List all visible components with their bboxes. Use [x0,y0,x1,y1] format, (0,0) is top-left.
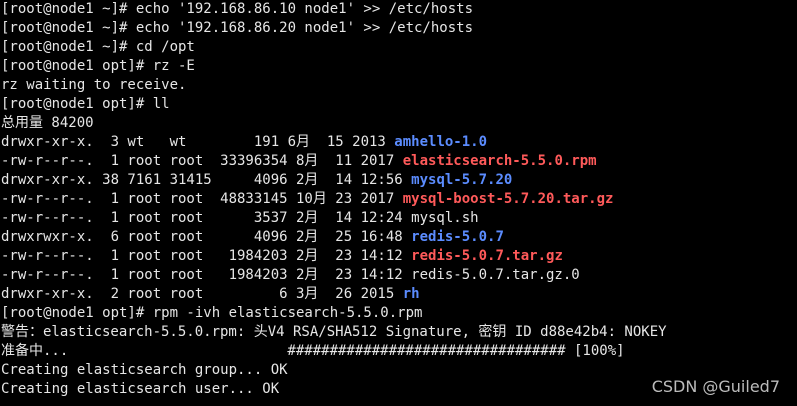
terminal-text: drwxr-xr-x. 2 root root 6 3月 26 2015 [1,286,403,302]
terminal-line: -rw-r--r--. 1 root root 3537 2月 14 12:24… [1,209,479,228]
terminal-text: 准备中... #################################… [1,343,625,359]
terminal-text: -rw-r--r--. 1 root root 33396354 8月 11 2… [1,153,403,169]
terminal-text: rz waiting to receive. [1,77,187,93]
terminal-line: -rw-r--r--. 1 root root 48833145 10月 23 … [1,190,613,209]
terminal-line: [root@node1 ~]# cd /opt [1,38,195,57]
terminal-line: [root@node1 opt]# ll [1,95,170,114]
terminal-text: drwxr-xr-x. 38 7161 31415 4096 2月 14 12:… [1,172,412,188]
terminal-window[interactable]: [root@node1 ~]# echo '192.168.86.10 node… [0,0,797,406]
terminal-line: -rw-r--r--. 1 root root 33396354 8月 11 2… [1,152,597,171]
directory-name: redis-5.0.7 [411,229,504,245]
terminal-line: drwxr-xr-x. 2 root root 6 3月 26 2015 rh [1,285,420,304]
terminal-line: [root@node1 opt]# rpm -ivh elasticsearch… [1,304,422,323]
terminal-text: -rw-r--r--. 1 root root 3537 2月 14 12:24… [1,210,479,226]
terminal-text: [root@node1 ~]# echo '192.168.86.20 node… [1,20,474,36]
terminal-text: drwxrwxr-x. 6 root root 4096 2月 25 16:48 [1,229,412,245]
terminal-line: drwxr-xr-x. 38 7161 31415 4096 2月 14 12:… [1,171,512,190]
terminal-line: 警告：elasticsearch-5.5.0.rpm: 头V4 RSA/SHA5… [1,323,667,342]
terminal-line: 准备中... #################################… [1,342,625,361]
terminal-line: Creating elasticsearch group... OK [1,361,288,380]
terminal-line: Creating elasticsearch user... OK [1,380,279,399]
terminal-line: [root@node1 opt]# rz -E [1,57,195,76]
directory-name: rh [402,286,420,302]
terminal-text: Creating elasticsearch group... OK [1,362,288,378]
terminal-text: [root@node1 ~]# cd /opt [1,39,195,55]
terminal-line: -rw-r--r--. 1 root root 1984203 2月 23 14… [1,247,563,266]
terminal-text: 警告：elasticsearch-5.5.0.rpm: 头V4 RSA/SHA5… [1,324,667,340]
terminal-text: [root@node1 ~]# echo '192.168.86.10 node… [1,1,474,17]
terminal-line: [root@node1 ~]# echo '192.168.86.20 node… [1,19,473,38]
terminal-line: [root@node1 ~]# echo '192.168.86.10 node… [1,0,473,19]
directory-name: amhello-1.0 [394,134,488,150]
archive-file-name: mysql-boost-5.7.20.tar.gz [402,191,614,207]
terminal-text: -rw-r--r--. 1 root root 48833145 10月 23 … [1,191,403,207]
terminal-text: -rw-r--r--. 1 root root 1984203 2月 23 14… [1,267,580,283]
archive-file-name: redis-5.0.7.tar.gz [411,248,563,264]
watermark: CSDN @Guiled7 [651,377,780,396]
terminal-text: drwxr-xr-x. 3 wt wt 191 6月 15 2013 [1,134,395,150]
terminal-text: [root@node1 opt]# rpm -ivh elasticsearch… [1,305,423,321]
terminal-line: 总用量 84200 [1,114,94,133]
terminal-text: Creating elasticsearch user... OK [1,381,280,397]
directory-name: mysql-5.7.20 [411,172,513,188]
terminal-text: -rw-r--r--. 1 root root 1984203 2月 23 14… [1,248,412,264]
archive-file-name: elasticsearch-5.5.0.rpm [402,153,597,169]
terminal-line: drwxrwxr-x. 6 root root 4096 2月 25 16:48… [1,228,504,247]
terminal-text: [root@node1 opt]# rz -E [1,58,195,74]
terminal-line: drwxr-xr-x. 3 wt wt 191 6月 15 2013 amhel… [1,133,487,152]
terminal-line: -rw-r--r--. 1 root root 1984203 2月 23 14… [1,266,580,285]
terminal-text: 总用量 84200 [1,115,94,131]
terminal-line: rz waiting to receive. [1,76,186,95]
terminal-text: [root@node1 opt]# ll [1,96,170,112]
